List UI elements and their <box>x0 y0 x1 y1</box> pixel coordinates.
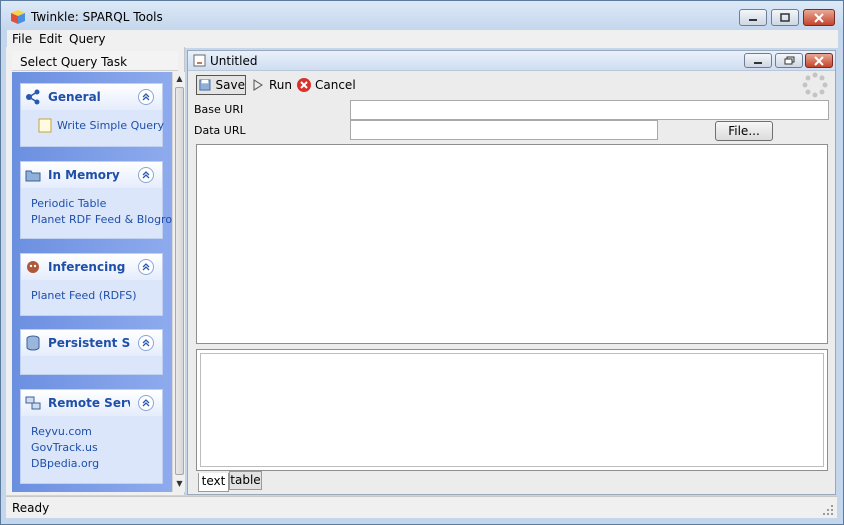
base-uri-field[interactable] <box>350 100 829 120</box>
database-icon <box>26 335 40 351</box>
task-pane: Select Query Task General Write Simple Q… <box>6 47 185 495</box>
results-text-area[interactable] <box>200 353 824 467</box>
window-title: Twinkle: SPARQL Tools <box>31 10 163 24</box>
share-graph-icon <box>26 89 40 105</box>
chevron-up-icon <box>142 171 150 179</box>
run-button[interactable]: Run <box>252 75 292 95</box>
task-planet-feed-rdfs[interactable]: Planet Feed (RDFS) <box>31 289 137 302</box>
status-text: Ready <box>12 501 50 515</box>
resize-grip-icon[interactable] <box>823 505 834 516</box>
results-panel <box>196 349 828 471</box>
group-header[interactable]: Inferencing <box>21 254 162 280</box>
maximize-button[interactable] <box>771 9 799 26</box>
group-inferencing: Inferencing Planet Feed (RDFS) <box>20 253 163 316</box>
inference-icon <box>27 261 39 273</box>
task-dbpedia[interactable]: DBpedia.org <box>31 457 99 470</box>
task-write-simple-query[interactable]: Write Simple Query <box>57 119 164 132</box>
note-icon <box>38 118 52 133</box>
app-cube-icon <box>11 10 25 24</box>
close-icon <box>814 12 824 23</box>
task-pane-header: Select Query Task <box>12 51 178 71</box>
query-window: Untitled Save Run Cancel Base URI Data U… <box>187 50 836 495</box>
group-title: Persistent St... <box>48 336 130 350</box>
scroll-up-arrow-icon[interactable]: ▲ <box>175 74 184 84</box>
task-pane-title: Select Query Task <box>20 55 128 69</box>
restore-icon <box>784 56 794 65</box>
folder-icon <box>25 170 41 182</box>
menu-edit[interactable]: Edit <box>39 32 62 46</box>
query-window-title: Untitled <box>210 54 258 68</box>
close-button[interactable] <box>803 9 835 26</box>
scrollbar-thumb[interactable] <box>175 87 184 475</box>
collapse-button[interactable] <box>138 89 154 105</box>
minimize-icon <box>749 18 757 21</box>
minimize-icon <box>754 61 762 64</box>
busy-spinner-icon <box>802 72 828 98</box>
group-persistent-store: Persistent St... <box>20 329 163 375</box>
chevron-up-icon <box>142 263 150 271</box>
chevron-up-icon <box>142 93 150 101</box>
group-header[interactable]: Remote Serv... <box>21 390 162 416</box>
play-icon <box>253 79 263 91</box>
group-header[interactable]: General <box>21 84 162 110</box>
group-general: General Write Simple Query <box>20 83 164 147</box>
collapse-button[interactable] <box>138 335 154 351</box>
task-planet-rdf-feed[interactable]: Planet RDF Feed & Blogrol <box>31 213 175 226</box>
collapse-button[interactable] <box>138 167 154 183</box>
status-bar: Ready <box>6 496 837 518</box>
title-bar: Twinkle: SPARQL Tools <box>1 1 843 31</box>
internal-restore-button[interactable] <box>775 53 803 68</box>
network-icon <box>25 396 41 410</box>
base-uri-label: Base URI <box>194 103 244 116</box>
save-label: Save <box>215 78 245 92</box>
group-header[interactable]: In Memory <box>21 162 162 188</box>
close-icon <box>814 55 824 66</box>
collapse-button[interactable] <box>138 259 154 275</box>
menu-file[interactable]: File <box>12 32 32 46</box>
query-window-title-bar: Untitled <box>188 51 835 71</box>
group-header[interactable]: Persistent St... <box>21 330 162 356</box>
save-icon <box>199 79 211 91</box>
group-remote-services: Remote Serv... Reyvu.com GovTrack.us DBp… <box>20 389 163 484</box>
scroll-down-arrow-icon[interactable]: ▼ <box>175 479 184 489</box>
chevron-up-icon <box>142 399 150 407</box>
task-reyvu[interactable]: Reyvu.com <box>31 425 92 438</box>
task-govtrack[interactable]: GovTrack.us <box>31 441 98 454</box>
chevron-up-icon <box>142 339 150 347</box>
task-pane-scrollbar[interactable]: ▲ ▼ <box>172 72 185 492</box>
java-icon <box>193 54 206 67</box>
group-title: In Memory <box>48 168 120 182</box>
query-editor[interactable] <box>196 144 828 344</box>
cancel-button[interactable]: Cancel <box>296 75 356 95</box>
task-periodic-table[interactable]: Periodic Table <box>31 197 106 210</box>
collapse-button[interactable] <box>138 395 154 411</box>
tab-text[interactable]: text <box>198 473 229 492</box>
group-in-memory: In Memory Periodic Table Planet RDF Feed… <box>20 161 175 239</box>
save-button[interactable]: Save <box>196 75 246 95</box>
group-title: Inferencing <box>48 260 126 274</box>
tab-table[interactable]: table <box>229 471 262 490</box>
data-url-field[interactable] <box>350 120 658 140</box>
cancel-icon <box>297 78 311 92</box>
file-browse-button[interactable]: File... <box>715 121 773 141</box>
menu-query[interactable]: Query <box>69 32 105 46</box>
data-url-label: Data URL <box>194 124 246 137</box>
cancel-label: Cancel <box>315 78 356 92</box>
internal-minimize-button[interactable] <box>744 53 772 68</box>
internal-close-button[interactable] <box>805 53 833 68</box>
menu-bar: File Edit Query <box>7 30 838 48</box>
run-label: Run <box>269 78 293 92</box>
group-title: Remote Serv... <box>48 396 130 410</box>
maximize-icon <box>780 13 790 22</box>
minimize-button[interactable] <box>739 9 767 26</box>
group-title: General <box>48 90 101 104</box>
